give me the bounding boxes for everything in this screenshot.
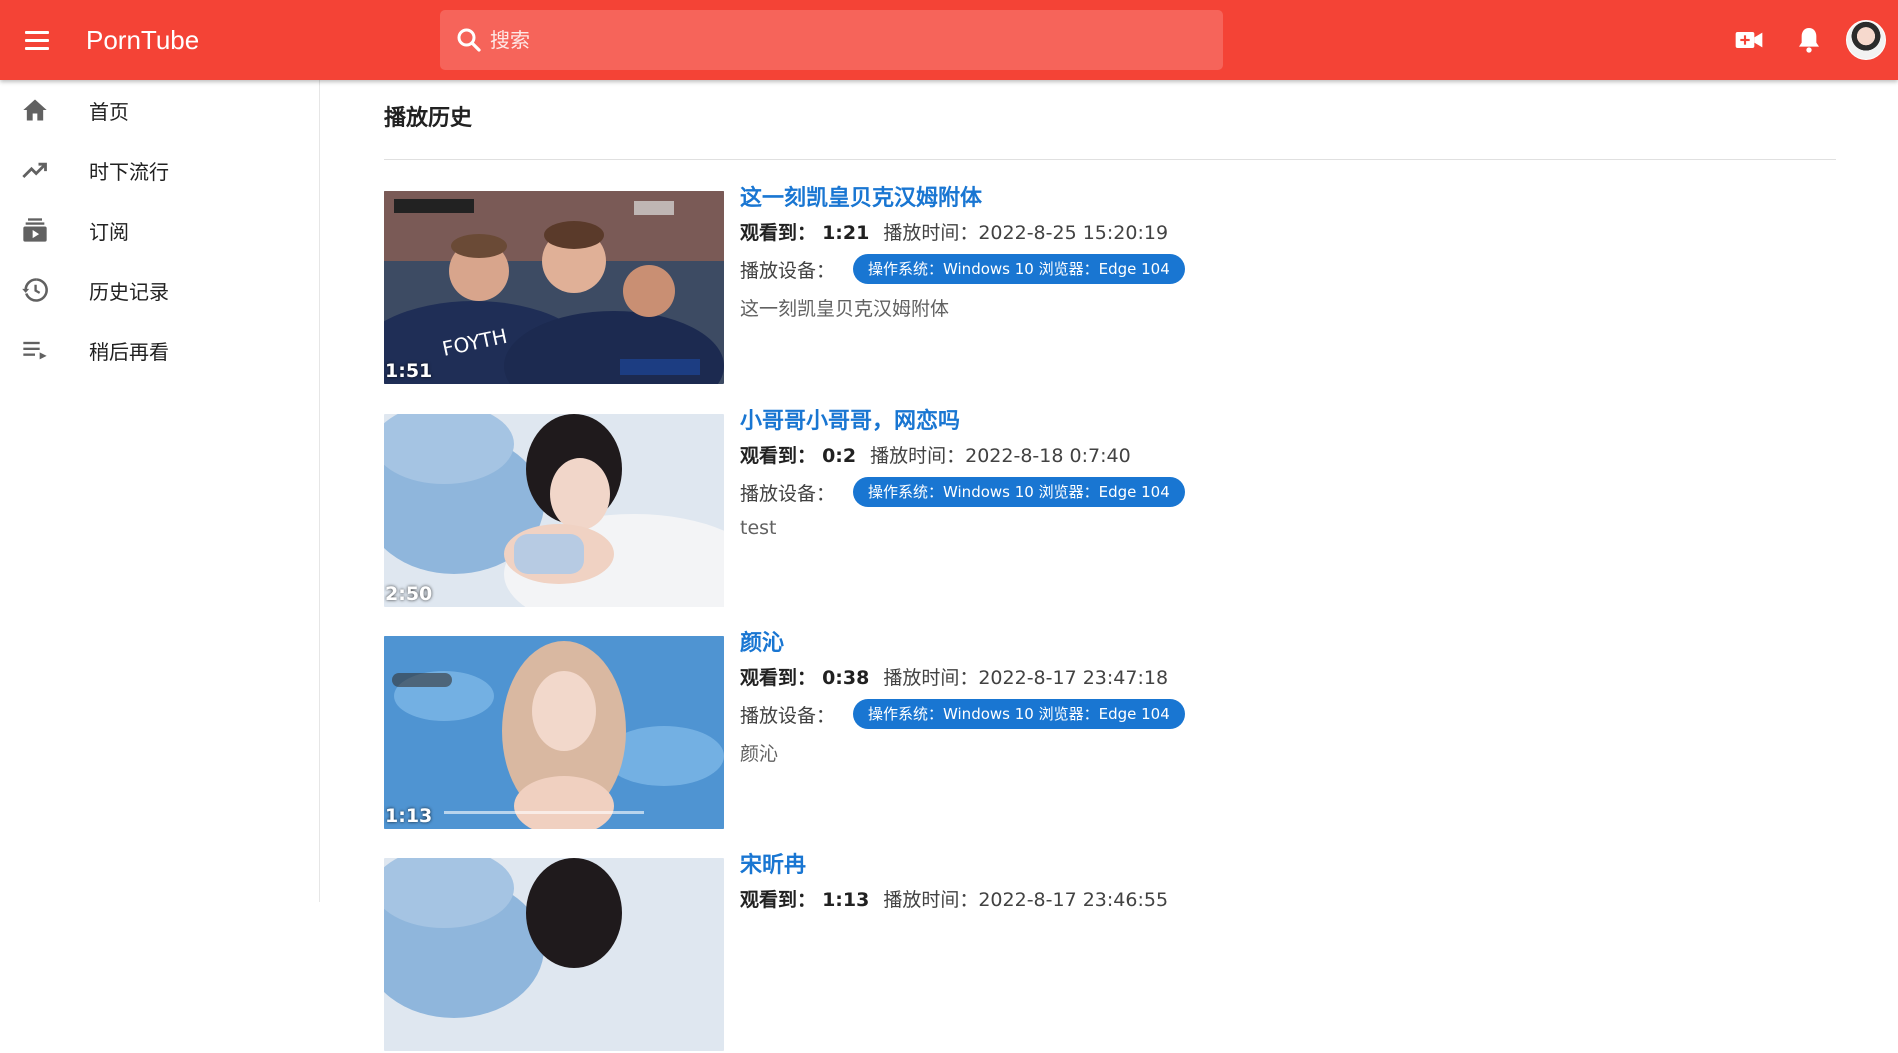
watched-label: 观看到： bbox=[740, 667, 817, 689]
search-input[interactable] bbox=[490, 28, 1190, 52]
sidebar-item-label: 历史记录 bbox=[89, 279, 169, 304]
watch-meta: 观看到： 1:13 播放时间：2022-8-17 23:46:55 bbox=[740, 887, 1168, 913]
played-time-label: 播放时间： bbox=[883, 667, 979, 689]
thumbnail-image bbox=[384, 858, 724, 1051]
watched-label: 观看到： bbox=[740, 445, 817, 467]
sidebar-item-label: 订阅 bbox=[89, 219, 129, 244]
sidebar: 首页 时下流行 订阅 历史记录 稍后再看 bbox=[0, 80, 320, 902]
device-chip: 操作系统：Windows 10 浏览器：Edge 104 bbox=[853, 477, 1185, 507]
thumbnail-image bbox=[384, 414, 724, 607]
sidebar-item-home[interactable]: 首页 bbox=[0, 80, 319, 140]
video-thumbnail[interactable]: 2:50 bbox=[384, 414, 724, 607]
sidebar-item-label: 稍后再看 bbox=[89, 339, 169, 364]
thumbnail-image: FOYTH bbox=[384, 191, 724, 384]
video-info: 颜沁 观看到： 0:38 播放时间：2022-8-17 23:47:18 播放设备… bbox=[740, 629, 1185, 766]
video-info: 宋昕冉 观看到： 1:13 播放时间：2022-8-17 23:46:55 bbox=[740, 851, 1168, 913]
watched-value: 1:21 bbox=[822, 222, 870, 244]
history-icon bbox=[22, 278, 48, 302]
played-time-value: 2022-8-25 15:20:19 bbox=[978, 222, 1169, 244]
sidebar-item-label: 时下流行 bbox=[89, 159, 169, 184]
video-title-link[interactable]: 宋昕冉 bbox=[740, 851, 1168, 881]
trending-icon bbox=[22, 162, 47, 178]
video-info: 小哥哥小哥哥，网恋吗 观看到： 0:2 播放时间：2022-8-18 0:7:40… bbox=[740, 407, 1185, 539]
played-time-label: 播放时间： bbox=[870, 445, 966, 467]
brand-logo[interactable]: PornTube bbox=[86, 24, 199, 56]
history-item: 1:13 颜沁 观看到： 0:38 播放时间：2022-8-17 23:47:18… bbox=[384, 631, 1484, 831]
history-item: 2:50 小哥哥小哥哥，网恋吗 观看到： 0:2 播放时间：2022-8-18 0… bbox=[384, 409, 1484, 609]
played-time-label: 播放时间： bbox=[883, 889, 979, 911]
video-title-link[interactable]: 小哥哥小哥哥，网恋吗 bbox=[740, 407, 1185, 437]
video-add-icon[interactable] bbox=[1733, 24, 1765, 56]
search-icon bbox=[457, 28, 481, 52]
played-time-value: 2022-8-18 0:7:40 bbox=[965, 445, 1131, 467]
thumbnail-image bbox=[384, 636, 724, 829]
device-label: 播放设备： bbox=[740, 704, 836, 727]
history-item: FOYTH 1:51 这一刻凯皇贝克汉姆附体 观看到： 1:21 播放时间：202… bbox=[384, 186, 1484, 386]
device-row: 播放设备： 操作系统：Windows 10 浏览器：Edge 104 bbox=[740, 254, 1185, 284]
device-chip: 操作系统：Windows 10 浏览器：Edge 104 bbox=[853, 699, 1185, 729]
watch-meta: 观看到： 0:2 播放时间：2022-8-18 0:7:40 bbox=[740, 443, 1185, 469]
device-label: 播放设备： bbox=[740, 482, 836, 505]
device-chip: 操作系统：Windows 10 浏览器：Edge 104 bbox=[853, 254, 1185, 284]
search-box[interactable] bbox=[440, 10, 1223, 70]
watch-later-icon bbox=[23, 341, 47, 360]
device-row: 播放设备： 操作系统：Windows 10 浏览器：Edge 104 bbox=[740, 699, 1185, 729]
sidebar-item-label: 首页 bbox=[89, 99, 129, 124]
video-title-link[interactable]: 这一刻凯皇贝克汉姆附体 bbox=[740, 184, 1185, 214]
video-description: test bbox=[740, 517, 777, 539]
sidebar-item-trending[interactable]: 时下流行 bbox=[0, 140, 319, 200]
watched-value: 1:13 bbox=[822, 889, 870, 911]
home-icon bbox=[23, 99, 47, 121]
sidebar-item-history[interactable]: 历史记录 bbox=[0, 260, 319, 320]
video-description: 这一刻凯皇贝克汉姆附体 bbox=[740, 298, 950, 320]
watch-meta: 观看到： 1:21 播放时间：2022-8-25 15:20:19 bbox=[740, 220, 1185, 246]
app-bar: PornTube bbox=[0, 0, 1898, 80]
video-duration: 1:13 bbox=[385, 805, 433, 827]
user-avatar[interactable] bbox=[1846, 20, 1886, 60]
video-info: 这一刻凯皇贝克汉姆附体 观看到： 1:21 播放时间：2022-8-25 15:2… bbox=[740, 184, 1185, 321]
watched-label: 观看到： bbox=[740, 222, 817, 244]
subscriptions-icon bbox=[23, 218, 47, 242]
watched-value: 0:2 bbox=[822, 445, 857, 467]
device-row: 播放设备： 操作系统：Windows 10 浏览器：Edge 104 bbox=[740, 477, 1185, 507]
played-time-value: 2022-8-17 23:47:18 bbox=[978, 667, 1169, 689]
video-title-link[interactable]: 颜沁 bbox=[740, 629, 1185, 659]
video-thumbnail[interactable]: FOYTH 1:51 bbox=[384, 191, 724, 384]
device-label: 播放设备： bbox=[740, 259, 836, 282]
video-duration: 2:50 bbox=[385, 583, 433, 605]
history-item: 宋昕冉 观看到： 1:13 播放时间：2022-8-17 23:46:55 bbox=[384, 853, 1484, 1053]
video-thumbnail[interactable] bbox=[384, 858, 724, 1051]
sidebar-item-watch-later[interactable]: 稍后再看 bbox=[0, 320, 319, 380]
divider bbox=[384, 159, 1836, 160]
video-thumbnail[interactable]: 1:13 bbox=[384, 636, 724, 829]
menu-icon[interactable] bbox=[18, 21, 56, 59]
watched-label: 观看到： bbox=[740, 889, 817, 911]
video-duration: 1:51 bbox=[385, 360, 433, 382]
sidebar-item-subscriptions[interactable]: 订阅 bbox=[0, 200, 319, 260]
played-time-label: 播放时间： bbox=[883, 222, 979, 244]
notification-bell-icon[interactable] bbox=[1793, 24, 1825, 56]
watch-meta: 观看到： 0:38 播放时间：2022-8-17 23:47:18 bbox=[740, 665, 1185, 691]
played-time-value: 2022-8-17 23:46:55 bbox=[978, 889, 1169, 911]
page-title: 播放历史 bbox=[384, 106, 473, 131]
watched-value: 0:38 bbox=[822, 667, 870, 689]
video-description: 颜沁 bbox=[740, 743, 779, 765]
